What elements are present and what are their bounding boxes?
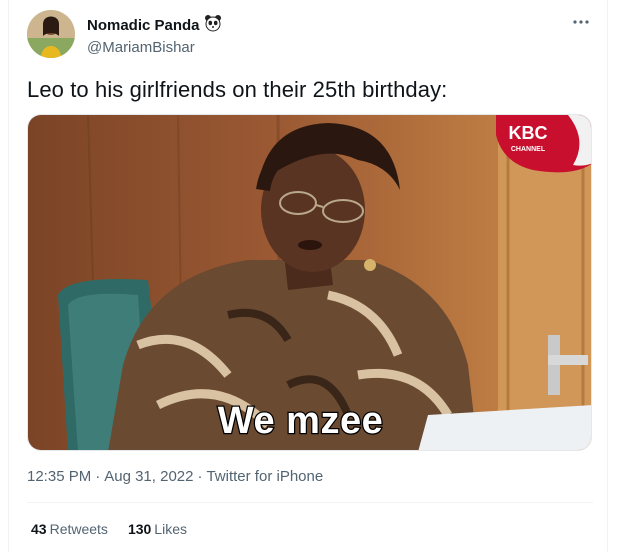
tweet-time[interactable]: 12:35 PM	[27, 467, 91, 487]
tweet-source[interactable]: Twitter for iPhone	[206, 467, 323, 487]
tweet-date[interactable]: Aug 31, 2022	[104, 467, 193, 487]
panda-face-icon	[204, 14, 222, 37]
avatar-image	[27, 10, 75, 58]
tweet-card: Nomadic Panda @MariamBishar Leo to his g…	[8, 0, 608, 552]
likes-label: Likes	[154, 521, 187, 537]
likes-stat[interactable]: 130 Likes	[128, 520, 187, 538]
kbc-channel-text: CHANNEL	[511, 146, 546, 153]
tweet-media[interactable]: KBC CHANNEL We mzee	[27, 114, 592, 451]
retweets-count: 43	[31, 521, 47, 537]
more-options-icon[interactable]	[569, 12, 593, 32]
divider	[27, 502, 593, 503]
kbc-logo-text: KBC	[509, 123, 548, 143]
avatar[interactable]	[27, 10, 75, 58]
meta-separator: ·	[95, 468, 101, 485]
retweets-stat[interactable]: 43 Retweets	[31, 520, 108, 538]
display-name-text: Nomadic Panda	[87, 16, 200, 34]
tweet-metadata: 12:35 PM · Aug 31, 2022 · Twitter for iP…	[27, 467, 323, 487]
engagement-stats: 43 Retweets 130 Likes	[31, 520, 187, 538]
meme-caption: We mzee	[217, 399, 384, 444]
tweet-text: Leo to his girlfriends on their 25th bir…	[27, 77, 448, 102]
meta-separator-2: ·	[197, 468, 203, 485]
author-handle[interactable]: @MariamBishar	[87, 38, 222, 58]
author-display-name[interactable]: Nomadic Panda	[87, 14, 222, 37]
likes-count: 130	[127, 521, 152, 537]
author-block: Nomadic Panda @MariamBishar	[87, 14, 222, 58]
retweets-label: Retweets	[49, 521, 108, 537]
